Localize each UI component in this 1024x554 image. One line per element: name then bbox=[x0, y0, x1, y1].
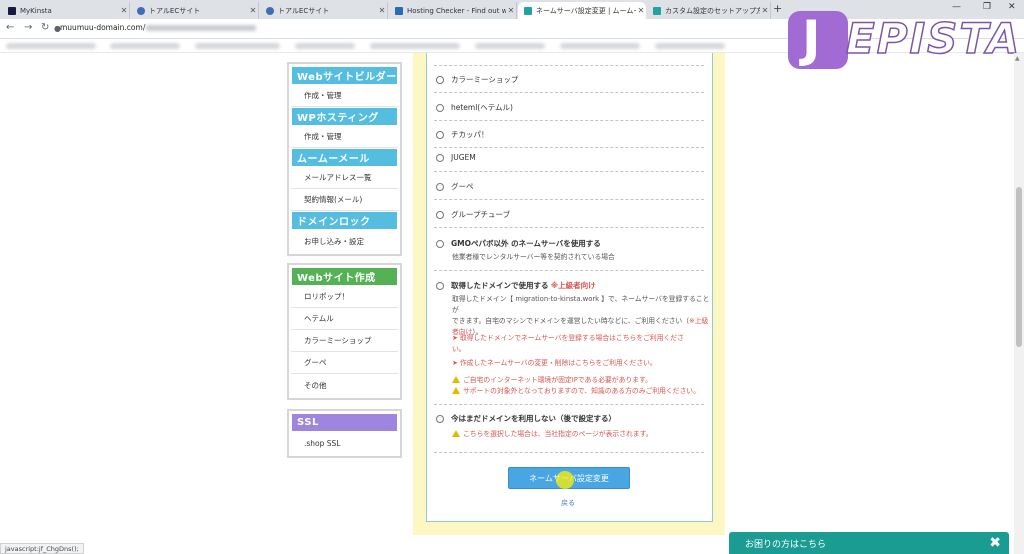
radio-button[interactable] bbox=[436, 130, 444, 139]
option-chicappa[interactable]: チカッパ！ bbox=[436, 129, 489, 140]
option-colorme[interactable]: カラーミーショップ bbox=[436, 74, 518, 85]
back-link[interactable]: 戻る bbox=[561, 498, 575, 508]
radio-button[interactable] bbox=[436, 153, 444, 162]
warning-icon bbox=[452, 430, 460, 437]
option-use-later[interactable]: 今はまだドメインを利用しない（後で設定する） bbox=[436, 413, 616, 424]
sidebar-head-site-builder: Webサイトビルダー bbox=[291, 66, 398, 85]
divider bbox=[434, 92, 704, 93]
tab-ec-site-1[interactable]: トアルECサイト ✕ bbox=[131, 2, 259, 19]
sidebar-item-lolipop[interactable]: ロリポップ！ bbox=[291, 286, 398, 308]
divider bbox=[434, 147, 704, 148]
sidebar-item-other[interactable]: その他 bbox=[291, 374, 398, 396]
sidebar-item-domain-lock-apply[interactable]: お申し込み・設定 bbox=[291, 230, 398, 252]
arrow-icon: ➤ bbox=[452, 359, 458, 367]
custom-nameserver-desc: 取得したドメイン【 migration-to-kinsta.work 】で、ネー… bbox=[452, 295, 710, 336]
option-custom-nameserver[interactable]: 取得したドメインで使用する ※上級者向け bbox=[436, 280, 596, 291]
warning-fixed-ip: ご自宅のインターネット環境が固定IPである必要があります。 bbox=[452, 375, 652, 386]
url-field[interactable]: muumuu-domain.com/ bbox=[60, 23, 257, 32]
warning-use-later: こちらを選択した場合は、当社指定のページが表示されます。 bbox=[452, 429, 653, 440]
close-icon[interactable]: ✖ bbox=[989, 535, 1001, 551]
close-icon[interactable]: ✕ bbox=[377, 6, 387, 15]
tab-nameserver-settings[interactable]: ネームサーバ設定変更 | ムームードメイ ✕ bbox=[518, 2, 646, 19]
warning-icon bbox=[452, 387, 460, 394]
close-icon[interactable]: ✕ bbox=[506, 6, 516, 15]
warning-icon bbox=[452, 376, 460, 383]
divider bbox=[434, 404, 704, 405]
option-other-nameserver-desc: 他業者様でレンタルサーバー等を契約されている場合 bbox=[452, 253, 615, 261]
close-icon[interactable]: ✕ bbox=[636, 6, 646, 15]
tab-custom-setup[interactable]: カスタム設定のセットアップ方法 | ムー ✕ bbox=[647, 2, 771, 19]
hosting-checker-icon bbox=[395, 6, 403, 15]
new-tab-button[interactable]: + bbox=[773, 2, 782, 15]
arrow-icon: ➤ bbox=[452, 334, 458, 342]
close-icon[interactable]: ✕ bbox=[119, 6, 129, 15]
close-icon[interactable]: ✕ bbox=[248, 6, 258, 15]
radio-button[interactable] bbox=[436, 239, 444, 248]
sidebar-head-wp-hosting: WPホスティング bbox=[291, 107, 398, 126]
sidebar-head-domain-lock: ドメインロック bbox=[291, 211, 398, 230]
back-arrow-icon[interactable]: ← bbox=[6, 22, 14, 33]
scrollbar-thumb[interactable] bbox=[1016, 187, 1022, 347]
muumuu-icon bbox=[524, 6, 532, 15]
divider bbox=[434, 270, 704, 271]
option-group-tube[interactable]: グループチューブ bbox=[436, 209, 510, 220]
divider bbox=[434, 227, 704, 228]
reload-icon[interactable]: ↻ bbox=[41, 22, 49, 33]
status-bar: javascript:jf_ChgDns(); bbox=[0, 543, 84, 554]
sidebar-item-site-builder-manage[interactable]: 作成・管理 bbox=[291, 85, 398, 107]
option-heteml[interactable]: heteml(ヘテムル) bbox=[436, 102, 513, 113]
jepista-logo: J EPISTA bbox=[788, 8, 1020, 69]
radio-button[interactable] bbox=[436, 210, 444, 219]
radio-button[interactable] bbox=[436, 281, 444, 290]
sidebar-item-heteml[interactable]: ヘテムル bbox=[291, 308, 398, 330]
sidebar-item-colorme[interactable]: カラーミーショップ bbox=[291, 330, 398, 352]
radio-button[interactable] bbox=[436, 75, 444, 84]
radio-button[interactable] bbox=[436, 103, 444, 112]
sidebar-item-wp-hosting-manage[interactable]: 作成・管理 bbox=[291, 126, 398, 148]
muumuu-icon bbox=[653, 6, 661, 15]
sidebar-services: Webサイトビルダー 作成・管理 WPホスティング 作成・管理 ムームーメール … bbox=[287, 62, 402, 256]
sidebar-head-ssl: SSL bbox=[291, 413, 398, 432]
scroll-up-icon[interactable]: ▲ bbox=[1015, 55, 1020, 62]
help-widget[interactable]: お困りの方はこちら ✖ bbox=[729, 532, 1009, 554]
tab-mykinsta[interactable]: MyKinsta ✕ bbox=[2, 2, 130, 19]
option-jugem[interactable]: JUGEM bbox=[436, 153, 476, 162]
close-icon[interactable]: ✕ bbox=[760, 6, 770, 15]
link-register-nameserver[interactable]: ➤ 取得したドメインでネームサーバを登録する場合はこちらをご利用くださ い。 bbox=[452, 333, 714, 355]
sidebar-item-mail-list[interactable]: メールアドレス一覧 bbox=[291, 167, 398, 189]
divider bbox=[434, 199, 704, 200]
tab-ec-site-2[interactable]: トアルECサイト ✕ bbox=[260, 2, 388, 19]
sidebar-item-mail-contract[interactable]: 契約情報(メール) bbox=[291, 189, 398, 211]
option-goope[interactable]: グーペ bbox=[436, 181, 474, 192]
divider bbox=[434, 452, 704, 453]
sidebar-web-create: Webサイト作成 ロリポップ！ ヘテムル カラーミーショップ グーペ その他 bbox=[287, 263, 402, 400]
radio-button[interactable] bbox=[436, 414, 444, 423]
sidebar-item-goope[interactable]: グーペ bbox=[291, 352, 398, 374]
link-edit-nameserver[interactable]: ➤ 作成したネームサーバの変更・削除はこちらをご利用ください。 bbox=[452, 358, 657, 369]
sidebar-ssl: SSL .shop SSL bbox=[287, 409, 402, 458]
divider bbox=[434, 65, 704, 66]
url-blurred bbox=[146, 25, 257, 31]
divider bbox=[434, 120, 704, 121]
forward-arrow-icon[interactable]: → bbox=[24, 22, 32, 33]
divider bbox=[434, 171, 704, 172]
kinsta-icon bbox=[8, 6, 16, 15]
cursor-highlight bbox=[556, 471, 574, 489]
wordpress-icon bbox=[137, 6, 145, 15]
radio-button[interactable] bbox=[436, 182, 444, 191]
sidebar-item-shop-ssl[interactable]: .shop SSL bbox=[291, 432, 398, 454]
wordpress-icon bbox=[266, 6, 274, 15]
sidebar-head-web-create: Webサイト作成 bbox=[291, 267, 398, 286]
option-other-nameserver[interactable]: GMOペパボ以外 のネームサーバを使用する bbox=[436, 238, 601, 249]
tab-hosting-checker[interactable]: Hosting Checker - Find out who ✕ bbox=[389, 2, 517, 19]
warning-no-support: サポートの対象外となっておりますので、知識のある方のみご利用ください。 bbox=[452, 386, 700, 397]
sidebar-head-muumuu-mail: ムームーメール bbox=[291, 148, 398, 167]
